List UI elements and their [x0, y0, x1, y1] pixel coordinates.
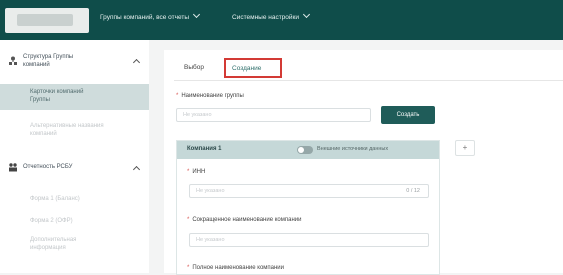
logo[interactable] [5, 8, 89, 33]
add-company-button[interactable]: + [455, 140, 475, 156]
chevron-down-icon [302, 10, 311, 19]
sidebar-item-form1[interactable]: Форма 1 (Баланс) [0, 195, 149, 203]
chevron-up-icon [132, 58, 141, 67]
nav-menu-groups[interactable]: Группы компаний, все отчеты [100, 10, 201, 21]
inn-counter: 0 / 12 [406, 188, 420, 194]
sidebar-item-form2[interactable]: Форма 2 (ОФР) [0, 217, 149, 225]
tab-create-label: Создание [232, 65, 262, 72]
tree-icon [9, 56, 17, 65]
external-sources-toggle[interactable] [297, 146, 313, 154]
chevron-up-icon [132, 165, 141, 174]
inn-input[interactable]: Не указано 0 / 12 [189, 184, 429, 198]
group-name-input[interactable]: Не указано [176, 108, 371, 122]
create-button[interactable]: Создать [381, 106, 435, 124]
tab-divider [174, 80, 563, 81]
company-card: Компания 1 Внешние источники данных * ИНН… [176, 140, 440, 275]
short-name-label: * Сокращенное наименование компании [187, 217, 302, 223]
required-marker: * [176, 93, 179, 99]
sidebar-section-structure-label: Структура Группы компаний [23, 54, 74, 68]
nav-menu-settings-label: Системные настройки [232, 14, 300, 21]
top-navigation-bar: Группы компаний, все отчеты Системные на… [0, 0, 563, 40]
group-name-label: * Наименование группы [176, 93, 244, 99]
sidebar-item-alt-names[interactable]: Альтернативные названия компаний [0, 122, 149, 144]
sidebar-section-rsbu[interactable]: Отчетность РСБУ [0, 158, 149, 178]
sidebar-section-rsbu-label: Отчетность РСБУ [23, 164, 73, 170]
nav-menu-groups-label: Группы компаний, все отчеты [100, 14, 189, 21]
main-panel: Выбор Создание * Наименование группы Не у… [164, 50, 563, 275]
nav-menu-settings[interactable]: Системные настройки [232, 10, 311, 21]
sidebar-item-company-cards[interactable]: Карточки компаний Группы [0, 84, 149, 110]
sidebar-section-structure[interactable]: Структура Группы компаний [0, 50, 149, 72]
group-name-placeholder: Не указано [183, 112, 212, 118]
inn-placeholder: Не указано [196, 188, 225, 194]
short-name-placeholder: Не указано [196, 237, 225, 243]
tab-select[interactable]: Выбор [184, 64, 204, 71]
company-card-title: Компания 1 [187, 146, 222, 152]
sidebar-item-additional-info[interactable]: Дополнительная информация [0, 236, 149, 252]
short-name-input[interactable]: Не указано [189, 233, 429, 247]
tab-create[interactable]: Создание [224, 58, 282, 78]
external-sources-label: Внешние источники данных [317, 146, 389, 152]
full-name-label: * Полное наименование компании [187, 265, 285, 271]
people-icon [9, 163, 17, 172]
inn-label: * ИНН [187, 169, 206, 175]
chevron-down-icon [192, 10, 201, 19]
company-card-header: Компания 1 Внешние источники данных [177, 141, 439, 159]
sidebar: Структура Группы компаний Карточки компан… [0, 40, 149, 273]
